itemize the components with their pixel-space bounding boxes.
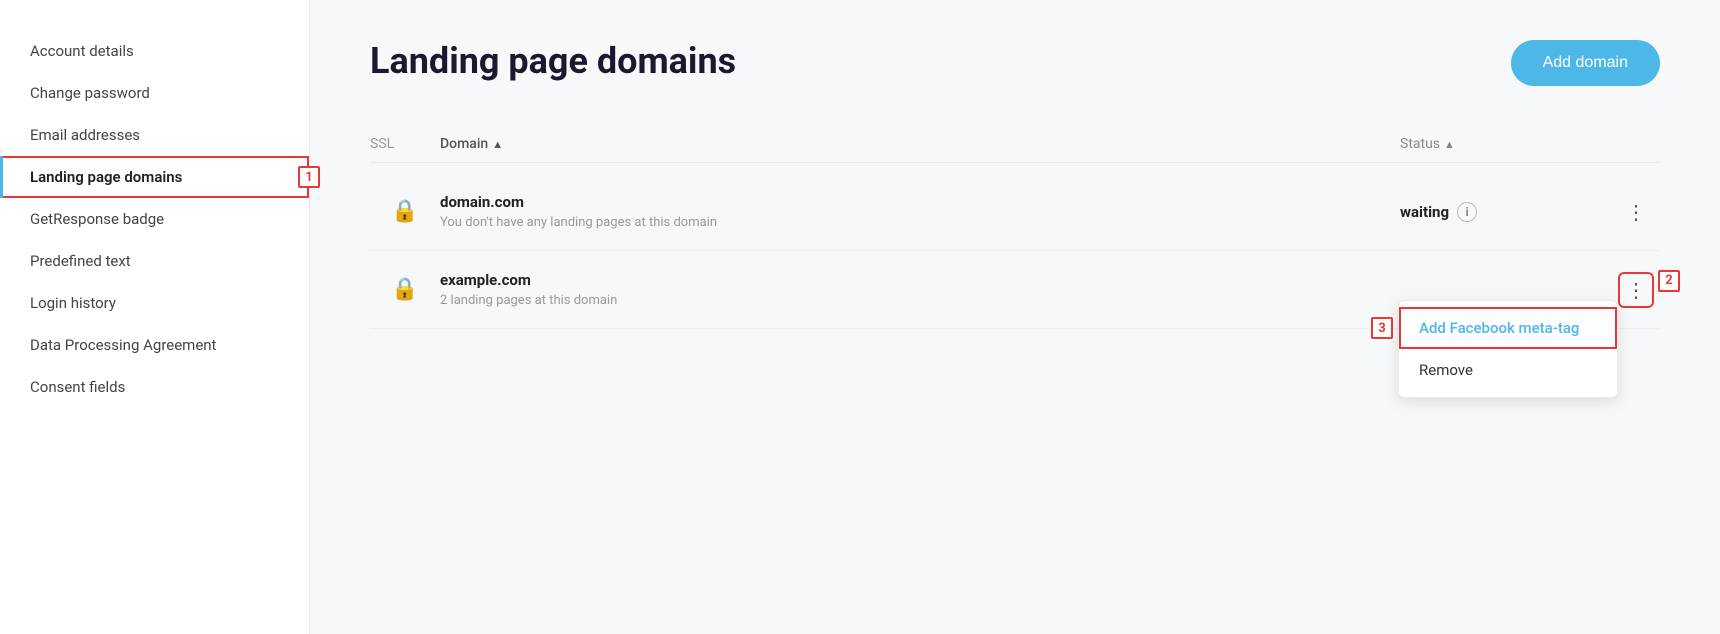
actions-column-header <box>1620 136 1660 152</box>
more-actions-button-row1[interactable]: ⋮ <box>1620 196 1652 228</box>
table-row: 🔒 example.com 2 landing pages at this do… <box>370 251 1660 329</box>
sidebar-item-data-processing-agreement[interactable]: Data Processing Agreement <box>0 324 309 366</box>
domains-table: SSL Domain ▲ Status ▲ 🔒 domain.com You d… <box>370 126 1660 329</box>
ssl-column-header: SSL <box>370 136 440 152</box>
sidebar-item-predefined-text[interactable]: Predefined text <box>0 240 309 282</box>
dropdown-menu: 3 Add Facebook meta-tag Remove <box>1398 300 1618 398</box>
header-row: Landing page domains Add domain <box>370 40 1660 86</box>
status-sort-arrow: ▲ <box>1444 138 1455 151</box>
status-column-header[interactable]: Status ▲ <box>1400 136 1620 152</box>
sidebar-item-email-addresses[interactable]: Email addresses <box>0 114 309 156</box>
status-text-row1: waiting <box>1400 203 1449 221</box>
sidebar-item-change-password[interactable]: Change password <box>0 72 309 114</box>
more-actions-button-row2[interactable]: ⋮ 2 <box>1620 274 1652 306</box>
sidebar-item-login-history[interactable]: Login history <box>0 282 309 324</box>
add-domain-button[interactable]: Add domain <box>1511 40 1660 86</box>
sidebar: Account details Change password Email ad… <box>0 0 310 634</box>
domain-info-row2: example.com 2 landing pages at this doma… <box>440 271 1400 308</box>
status-cell-row1: waiting i <box>1400 202 1620 222</box>
sidebar-item-account-details[interactable]: Account details <box>0 30 309 72</box>
sidebar-item-getresponse-badge[interactable]: GetResponse badge <box>0 198 309 240</box>
ssl-lock-icon-row2: 🔒 <box>370 277 440 302</box>
sidebar-item-consent-fields[interactable]: Consent fields <box>0 366 309 408</box>
main-content: Landing page domains Add domain SSL Doma… <box>310 0 1720 634</box>
domain-name-row1: domain.com <box>440 193 1400 211</box>
domain-column-header[interactable]: Domain ▲ <box>440 136 1400 152</box>
dropdown-item-add-facebook-meta-tag[interactable]: 3 Add Facebook meta-tag <box>1399 307 1617 349</box>
domain-sub-row1: You don't have any landing pages at this… <box>440 215 1400 230</box>
info-icon-row1[interactable]: i <box>1457 202 1477 222</box>
domain-info-row1: domain.com You don't have any landing pa… <box>440 193 1400 230</box>
domain-sub-row2: 2 landing pages at this domain <box>440 293 1400 308</box>
sidebar-item-landing-page-domains[interactable]: Landing page domains 1 <box>0 156 309 198</box>
annotation-3: 3 <box>1371 317 1393 339</box>
page-title: Landing page domains <box>370 40 736 82</box>
table-header: SSL Domain ▲ Status ▲ <box>370 126 1660 163</box>
domain-name-row2: example.com <box>440 271 1400 289</box>
dropdown-item-remove[interactable]: Remove <box>1399 349 1617 391</box>
table-row: 🔒 domain.com You don't have any landing … <box>370 173 1660 251</box>
ssl-lock-icon-row1: 🔒 <box>370 199 440 224</box>
annotation-2: 2 <box>1658 270 1680 292</box>
domain-sort-arrow: ▲ <box>492 138 503 151</box>
